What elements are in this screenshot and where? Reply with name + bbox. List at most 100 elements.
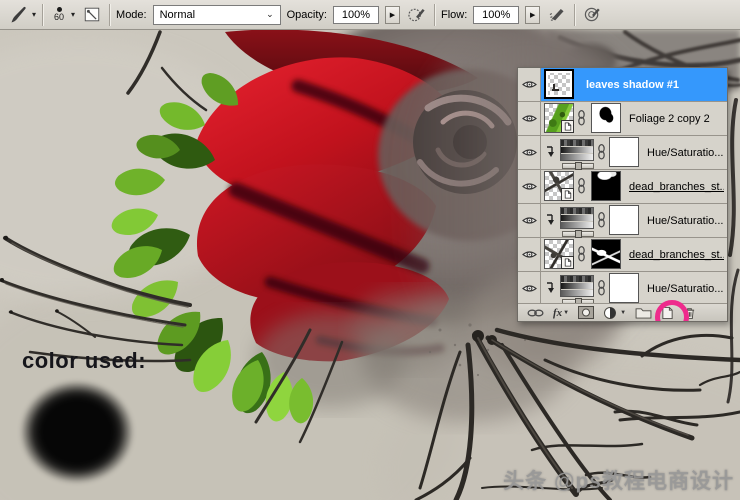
chevron-down-icon: ▾ <box>32 11 36 19</box>
brush-preview-icon: 60 <box>49 7 69 22</box>
opacity-label: Opacity: <box>287 9 327 21</box>
visibility-toggle[interactable] <box>518 68 541 101</box>
layer-mask-art <box>592 104 620 132</box>
brush-preset-picker[interactable]: 60 ▾ <box>49 7 75 22</box>
mask-link-icon <box>597 212 606 233</box>
watermark-text: 头条 @ps教程电商设计 <box>503 465 734 495</box>
airbrush-toggle-icon[interactable] <box>546 4 568 26</box>
layers-list: leaves shadow #1 Foliage 2 copy 2 Hue/Sa… <box>518 68 727 306</box>
mode-label: Mode: <box>116 9 147 21</box>
mask-link-icon <box>577 110 586 131</box>
visibility-toggle[interactable] <box>518 136 541 169</box>
layer-row[interactable]: dead_branches_st... <box>518 170 727 204</box>
layer-thumbnail[interactable] <box>544 171 574 201</box>
layer-thumbnail-art <box>561 276 593 296</box>
layer-thumbnail[interactable] <box>560 139 594 161</box>
visibility-toggle[interactable] <box>518 238 541 271</box>
layer-name: Foliage 2 copy 2 <box>629 113 710 125</box>
flow-label: Flow: <box>441 9 467 21</box>
color-used-label: color used: <box>22 348 146 374</box>
clipping-mask-arrow-icon <box>545 281 555 300</box>
layer-name: dead_branches_st... <box>629 249 724 261</box>
layer-mask-art <box>592 240 620 268</box>
chevron-down-icon: ▾ <box>71 11 75 19</box>
layer-thumbnail[interactable] <box>544 69 574 99</box>
layer-name: Hue/Saturatio... <box>647 215 723 227</box>
smart-object-badge-icon <box>561 120 574 133</box>
toolbar-divider <box>574 4 575 26</box>
layer-name: Hue/Saturatio... <box>647 283 723 295</box>
flow-slider-button[interactable]: ▶ <box>525 6 540 24</box>
new-layer-button[interactable] <box>661 305 674 320</box>
blend-mode-value: Normal <box>160 9 195 21</box>
smart-object-badge-icon <box>561 188 574 201</box>
tablet-pressure-size-icon[interactable] <box>581 4 603 26</box>
layer-mask-art <box>610 138 638 166</box>
visibility-toggle[interactable] <box>518 272 541 305</box>
layer-mask-art <box>610 274 638 302</box>
clipping-mask-arrow-icon <box>545 213 555 232</box>
tablet-pressure-opacity-icon[interactable] <box>406 4 428 26</box>
toggle-brushes-panel-button[interactable] <box>81 4 103 26</box>
toolbar-divider <box>109 4 110 26</box>
visibility-toggle[interactable] <box>518 170 541 203</box>
brush-size-value: 60 <box>54 13 64 22</box>
adjustment-slider-icon <box>562 231 594 237</box>
layer-row[interactable]: Hue/Saturatio... <box>518 136 727 170</box>
layer-name: dead_branches_st... <box>629 181 724 193</box>
layer-mask-art <box>610 206 638 234</box>
layer-name: Hue/Saturatio... <box>647 147 723 159</box>
visibility-toggle[interactable] <box>518 204 541 237</box>
flow-value: 100% <box>482 9 510 21</box>
layer-row[interactable]: leaves shadow #1 <box>518 68 727 102</box>
layer-thumbnail-art <box>546 71 572 97</box>
add-layer-mask-button[interactable] <box>578 305 594 320</box>
layer-mask-thumbnail[interactable] <box>591 239 621 269</box>
layer-name: leaves shadow #1 <box>586 79 679 91</box>
opacity-slider-button[interactable]: ▶ <box>385 6 400 24</box>
delete-layer-button[interactable] <box>683 305 696 320</box>
mask-link-icon <box>577 246 586 267</box>
layer-thumbnail-art <box>561 140 593 160</box>
toolbar-divider <box>434 4 435 26</box>
opacity-value: 100% <box>342 9 370 21</box>
layer-thumbnail[interactable] <box>544 103 574 133</box>
brush-color-swatch <box>15 376 139 488</box>
clipping-mask-arrow-icon <box>545 145 555 164</box>
layer-thumbnail[interactable] <box>560 275 594 297</box>
tool-preset-picker[interactable]: ▾ <box>8 4 36 26</box>
layer-thumbnail-art <box>561 208 593 228</box>
layer-mask-thumbnail[interactable] <box>591 171 621 201</box>
adjustment-slider-icon <box>562 163 594 169</box>
tool-options-bar: ▾ 60 ▾ Mode: Normal ⌄ Opacity: 100% ▶ Fl… <box>0 0 740 30</box>
mask-link-icon <box>577 178 586 199</box>
layer-row[interactable]: Hue/Saturatio... <box>518 272 727 306</box>
layer-row[interactable]: dead_branches_st... <box>518 238 727 272</box>
smart-object-badge-icon <box>561 256 574 269</box>
layer-mask-thumbnail[interactable] <box>609 205 639 235</box>
blend-mode-select[interactable]: Normal ⌄ <box>153 5 281 25</box>
flow-input[interactable]: 100% <box>473 6 519 24</box>
layer-mask-thumbnail[interactable] <box>591 103 621 133</box>
photoshop-window: ▾ 60 ▾ Mode: Normal ⌄ Opacity: 100% ▶ Fl… <box>0 0 740 500</box>
new-adjustment-layer-button[interactable]: ▼ <box>603 305 626 320</box>
layer-thumbnail[interactable] <box>560 207 594 229</box>
mask-link-icon <box>597 144 606 165</box>
brush-tool-icon <box>8 4 30 26</box>
chevron-down-icon: ⌄ <box>266 9 274 20</box>
new-group-button[interactable] <box>635 305 652 320</box>
link-layers-button[interactable] <box>527 305 544 320</box>
toolbar-divider <box>42 4 43 26</box>
layer-mask-thumbnail[interactable] <box>609 137 639 167</box>
layer-row[interactable]: Foliage 2 copy 2 <box>518 102 727 136</box>
layer-row[interactable]: Hue/Saturatio... <box>518 204 727 238</box>
opacity-input[interactable]: 100% <box>333 6 379 24</box>
layer-mask-thumbnail[interactable] <box>609 273 639 303</box>
layers-panel-footer: fx▼ ▼ <box>518 303 727 321</box>
visibility-toggle[interactable] <box>518 102 541 135</box>
layer-mask-art <box>592 172 620 200</box>
layer-style-button[interactable]: fx▼ <box>553 305 569 320</box>
layer-thumbnail[interactable] <box>544 239 574 269</box>
mask-link-icon <box>597 280 606 301</box>
layers-panel: leaves shadow #1 Foliage 2 copy 2 Hue/Sa… <box>517 67 728 322</box>
